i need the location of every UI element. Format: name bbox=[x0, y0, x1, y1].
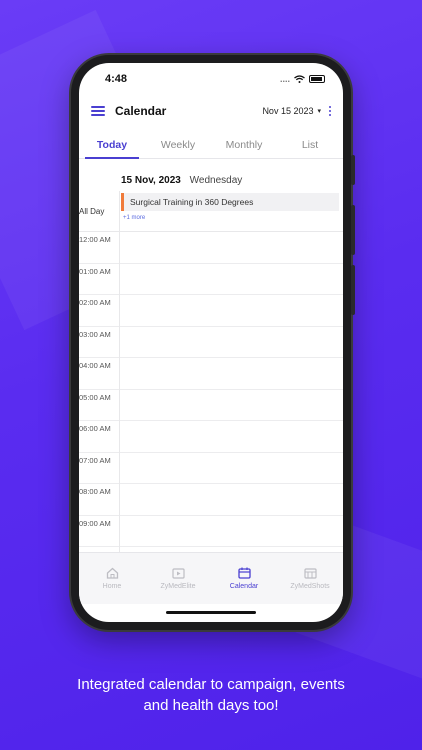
hour-label: 12:00 AM bbox=[79, 235, 111, 244]
tab-list[interactable]: List bbox=[277, 133, 343, 158]
signal-dots-icon: .... bbox=[279, 74, 290, 84]
day-grid[interactable]: All Day Surgical Training in 360 Degrees… bbox=[79, 191, 343, 552]
nav-home-label: Home bbox=[102, 583, 122, 590]
chevron-down-icon: ▾ bbox=[317, 108, 321, 115]
menu-icon[interactable] bbox=[91, 106, 105, 116]
nav-zymedshots-label: ZyMedShots bbox=[290, 582, 330, 590]
side-button bbox=[351, 155, 355, 185]
phone-screen: 4:48 .... Calendar Nov 15 2023 ▾ Today W… bbox=[79, 63, 343, 622]
promo-caption: Integrated calendar to campaign, events … bbox=[0, 674, 422, 716]
status-icons: .... bbox=[280, 74, 325, 84]
view-tabs: Today Weekly Monthly List bbox=[79, 133, 343, 159]
all-day-label: All Day bbox=[79, 207, 105, 216]
day-weekday: Wednesday bbox=[189, 175, 243, 186]
status-bar: 4:48 .... bbox=[79, 63, 343, 95]
hour-label: 03:00 AM bbox=[79, 329, 111, 339]
video-icon bbox=[171, 567, 185, 579]
all-day-event[interactable]: Surgical Training in 360 Degrees bbox=[121, 193, 339, 211]
hour-label: 04:00 AM bbox=[79, 361, 111, 370]
hour-label: 08:00 AM bbox=[79, 487, 111, 496]
nav-calendar[interactable]: Calendar bbox=[211, 553, 277, 604]
calendar-icon bbox=[237, 567, 251, 579]
status-time: 4:48 bbox=[105, 73, 128, 85]
date-selector[interactable]: Nov 15 2023 ▾ bbox=[262, 106, 321, 116]
phone-frame: 4:48 .... Calendar Nov 15 2023 ▾ Today W… bbox=[71, 55, 355, 630]
nav-home[interactable]: Home bbox=[79, 553, 145, 604]
home-indicator bbox=[166, 611, 256, 614]
more-options-icon[interactable] bbox=[329, 106, 331, 116]
hour-label: 09:00 AM bbox=[79, 518, 111, 528]
tab-today[interactable]: Today bbox=[79, 133, 145, 159]
hour-label: 01:00 AM bbox=[79, 266, 111, 276]
time-column-divider bbox=[119, 191, 120, 552]
nav-zymedshots[interactable]: ZyMedShots bbox=[277, 553, 343, 604]
page-title: Calendar bbox=[115, 104, 167, 118]
shots-icon bbox=[303, 567, 317, 579]
hour-label: 06:00 AM bbox=[79, 424, 111, 433]
day-date: 15 Nov, 2023 bbox=[121, 175, 181, 186]
side-button bbox=[351, 265, 355, 315]
side-button bbox=[351, 205, 355, 255]
hour-label: 02:00 AM bbox=[79, 298, 111, 307]
app-bar: Calendar Nov 15 2023 ▾ bbox=[79, 97, 343, 125]
day-header: 15 Nov, 2023 Wednesday bbox=[121, 175, 242, 186]
home-icon bbox=[106, 567, 118, 579]
promo-caption-line: Integrated calendar to campaign, events bbox=[77, 676, 345, 693]
date-selector-label: Nov 15 2023 bbox=[262, 106, 314, 116]
wifi-icon bbox=[294, 75, 305, 83]
more-events-link[interactable]: +1 more bbox=[123, 215, 145, 221]
promo-caption-line: and health days too! bbox=[143, 697, 279, 714]
tab-weekly[interactable]: Weekly bbox=[145, 133, 211, 158]
hour-label: 05:00 AM bbox=[79, 392, 111, 402]
nav-zymedelite[interactable]: ZyMedElite bbox=[145, 553, 211, 604]
nav-calendar-label: Calendar bbox=[229, 583, 259, 590]
hour-label: 07:00 AM bbox=[79, 455, 111, 465]
bottom-navigation: Home ZyMedElite Calendar ZyMedShots bbox=[79, 552, 343, 604]
nav-zymedelite-label: ZyMedElite bbox=[160, 582, 196, 590]
battery-icon bbox=[309, 75, 325, 83]
tab-monthly[interactable]: Monthly bbox=[211, 133, 277, 158]
